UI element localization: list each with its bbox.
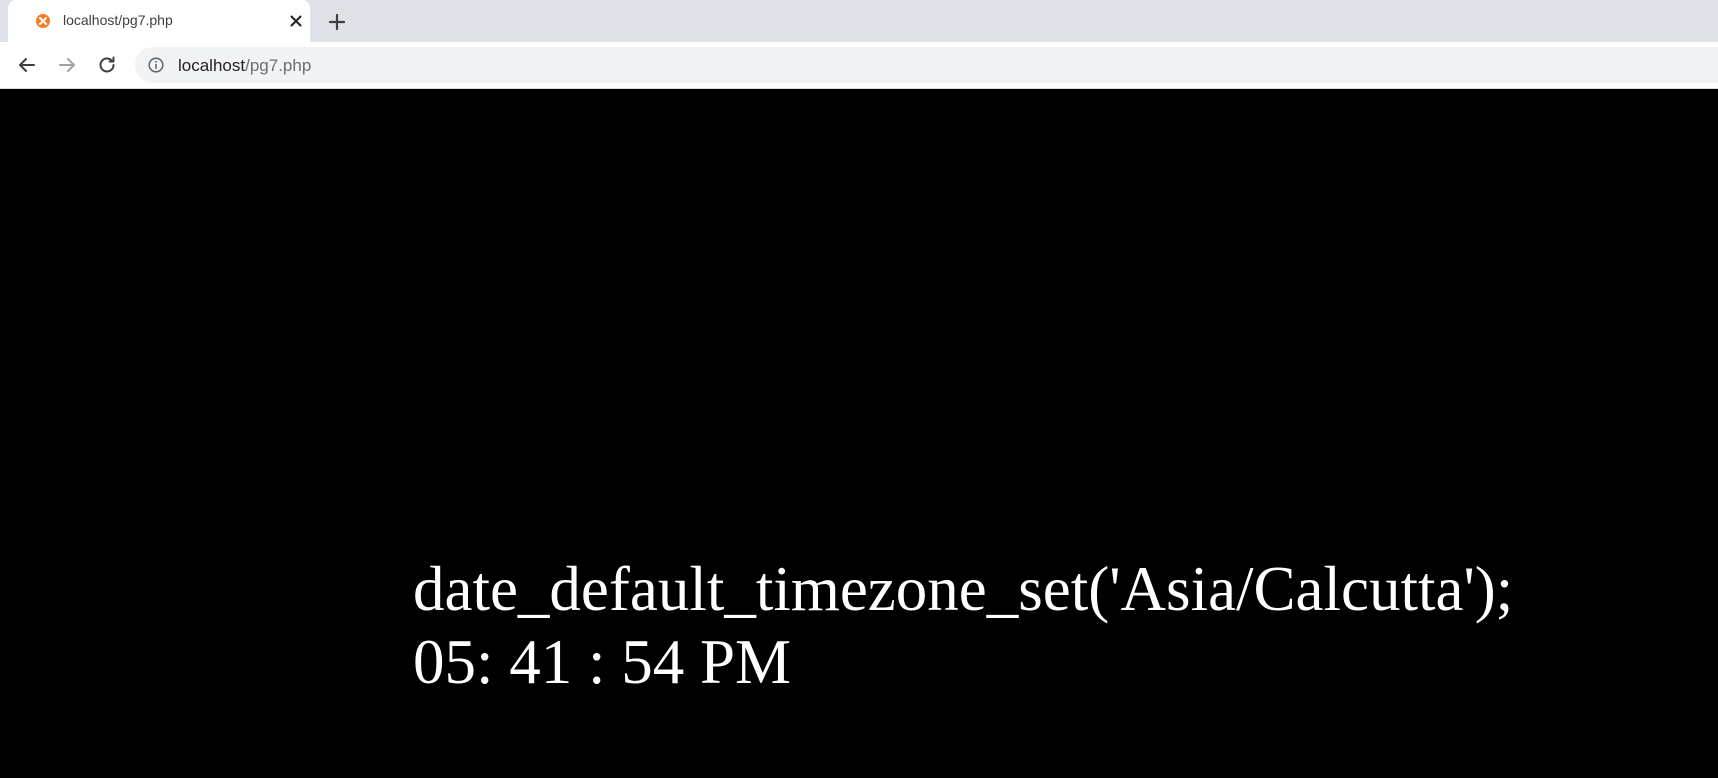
page-content: date_default_timezone_set('Asia/Calcutta… — [0, 89, 1718, 778]
arrow-left-icon[interactable] — [15, 53, 39, 77]
info-icon[interactable] — [148, 57, 164, 73]
reload-icon[interactable] — [95, 53, 119, 77]
url-text[interactable]: localhost/pg7.php — [178, 56, 311, 76]
url-path: /pg7.php — [245, 56, 312, 75]
tab-strip: localhost/pg7.php — [0, 0, 1718, 42]
close-icon[interactable] — [288, 13, 304, 29]
browser-tab[interactable]: localhost/pg7.php — [8, 0, 310, 42]
xampp-icon — [35, 13, 51, 29]
address-bar[interactable]: localhost/pg7.php — [135, 47, 1718, 83]
tab-title: localhost/pg7.php — [63, 12, 173, 28]
browser-toolbar: localhost/pg7.php — [0, 42, 1718, 89]
url-host: localhost — [178, 56, 246, 75]
arrow-right-icon[interactable] — [55, 53, 79, 77]
timezone-code-text: date_default_timezone_set('Asia/Calcutta… — [413, 554, 1514, 624]
plus-icon[interactable] — [325, 10, 349, 34]
current-time-text: 05: 41 : 54 PM — [413, 627, 792, 697]
